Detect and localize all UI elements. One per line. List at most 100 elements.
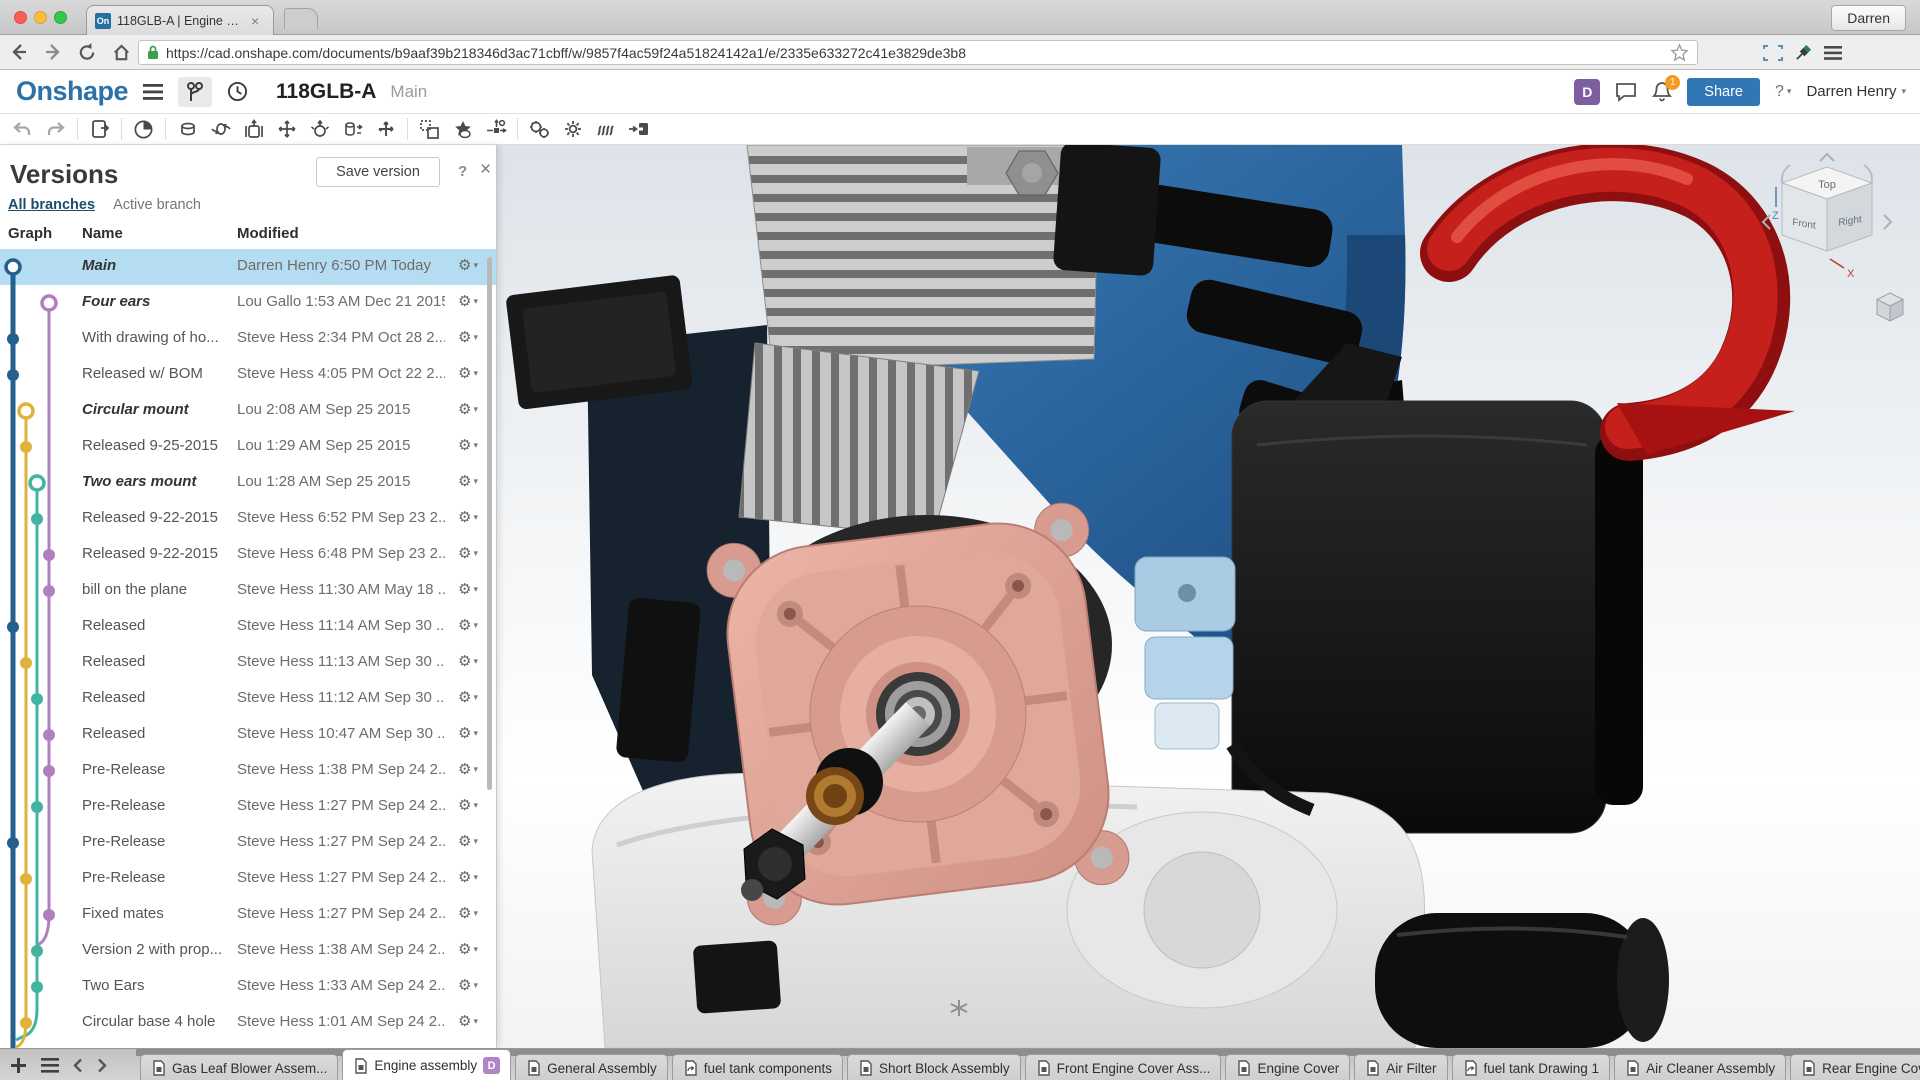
linear-pattern-icon[interactable] xyxy=(413,116,446,142)
document-tab[interactable]: Gas Leaf Blower Assem... xyxy=(140,1054,338,1080)
tab-list-icon[interactable] xyxy=(41,1058,59,1073)
onshape-logo[interactable]: Onshape xyxy=(16,76,128,107)
version-row[interactable]: Circular base 4 holeSteve Hess 1:01 AM S… xyxy=(0,1005,496,1041)
document-tab[interactable]: Rear Engine Cover xyxy=(1790,1054,1920,1080)
version-row[interactable]: Four earsLou Gallo 1:53 AM Dec 21 2015⚙▾ xyxy=(0,285,496,321)
user-menu[interactable]: Darren Henry▾ xyxy=(1806,83,1906,100)
bookmark-star-icon[interactable] xyxy=(1670,43,1689,62)
planar-mate-icon[interactable] xyxy=(270,116,303,142)
panel-close-icon[interactable]: × xyxy=(480,159,491,181)
browser-tab[interactable]: On 118GLB-A | Engine assemb × xyxy=(86,5,274,35)
redo-icon[interactable] xyxy=(39,116,72,142)
forward-icon[interactable] xyxy=(38,39,68,65)
history-clock-icon[interactable] xyxy=(220,77,254,107)
engine-assembly-render[interactable]: Top Front Right Z X xyxy=(497,145,1920,1048)
isometric-view-icon[interactable] xyxy=(1877,293,1903,321)
browser-menu-icon[interactable] xyxy=(1824,46,1842,60)
version-actions-menu[interactable]: ⚙▾ xyxy=(458,256,478,274)
rear-black-cylinder[interactable] xyxy=(1375,913,1669,1048)
reload-icon[interactable] xyxy=(72,39,102,65)
version-row[interactable]: With drawing of ho...Steve Hess 2:34 PM … xyxy=(0,321,496,357)
version-actions-menu[interactable]: ⚙▾ xyxy=(458,616,478,634)
mass-properties-icon[interactable] xyxy=(127,116,160,142)
version-row[interactable]: ReleasedSteve Hess 11:13 AM Sep 30 ...⚙▾ xyxy=(0,645,496,681)
version-row[interactable]: Released 9-22-2015Steve Hess 6:48 PM Sep… xyxy=(0,537,496,573)
ignition-coil[interactable] xyxy=(1053,145,1162,276)
version-actions-menu[interactable]: ⚙▾ xyxy=(458,400,478,418)
version-row[interactable]: Pre-ReleaseSteve Hess 1:27 PM Sep 24 2..… xyxy=(0,825,496,861)
notifications-bell-icon[interactable]: 1 xyxy=(1652,81,1672,102)
version-actions-menu[interactable]: ⚙▾ xyxy=(458,1012,478,1030)
version-row[interactable]: Pre-ReleaseSteve Hess 1:27 PM Sep 24 2..… xyxy=(0,861,496,897)
version-actions-menu[interactable]: ⚙▾ xyxy=(458,832,478,850)
filter-active-branch[interactable]: Active branch xyxy=(113,197,201,213)
maximize-window-button[interactable] xyxy=(54,11,67,24)
version-actions-menu[interactable]: ⚙▾ xyxy=(458,508,478,526)
configuration-icon[interactable] xyxy=(556,116,589,142)
version-actions-menu[interactable]: ⚙▾ xyxy=(458,580,478,598)
panel-help-icon[interactable]: ? xyxy=(458,163,467,180)
document-tab[interactable]: fuel tank Drawing 1 xyxy=(1452,1054,1611,1080)
document-tab[interactable]: Engine Cover xyxy=(1225,1054,1350,1080)
slider-mate-icon[interactable] xyxy=(237,116,270,142)
version-actions-menu[interactable]: ⚙▾ xyxy=(458,688,478,706)
revolute-mate-icon[interactable] xyxy=(204,116,237,142)
comments-icon[interactable] xyxy=(1615,82,1637,102)
save-version-button[interactable]: Save version xyxy=(316,157,440,187)
version-actions-menu[interactable]: ⚙▾ xyxy=(458,724,478,742)
version-actions-menu[interactable]: ⚙▾ xyxy=(458,544,478,562)
pin-slot-mate-icon[interactable] xyxy=(369,116,402,142)
3d-viewport[interactable]: Top Front Right Z X xyxy=(497,145,1920,1048)
version-row[interactable]: Released 9-25-2015Lou 1:29 AM Sep 25 201… xyxy=(0,429,496,465)
mount-bracket[interactable] xyxy=(505,274,693,409)
eyedropper-icon[interactable] xyxy=(1795,44,1812,61)
version-row[interactable]: Pre-ReleaseSteve Hess 1:27 PM Sep 24 2..… xyxy=(0,789,496,825)
document-tab[interactable]: General Assembly xyxy=(515,1054,668,1080)
cylindrical-mate-icon[interactable] xyxy=(336,116,369,142)
browser-profile-button[interactable]: Darren xyxy=(1831,5,1906,31)
workspace-name[interactable]: Main xyxy=(390,82,427,102)
window-controls[interactable] xyxy=(14,11,67,24)
version-actions-menu[interactable]: ⚙▾ xyxy=(458,292,478,310)
version-row[interactable]: ReleasedSteve Hess 10:47 AM Sep 30 ...⚙▾ xyxy=(0,717,496,753)
home-icon[interactable] xyxy=(106,39,136,65)
version-row[interactable]: Pre-ReleaseSteve Hess 1:38 PM Sep 24 2..… xyxy=(0,753,496,789)
gear-relation-icon[interactable] xyxy=(523,116,556,142)
spring-icon[interactable] xyxy=(589,116,622,142)
version-row[interactable]: ReleasedSteve Hess 11:14 AM Sep 30 ...⚙▾ xyxy=(0,609,496,645)
document-tab[interactable]: Engine assemblyD xyxy=(342,1049,511,1080)
version-row[interactable]: Released w/ BOMSteve Hess 4:05 PM Oct 22… xyxy=(0,357,496,393)
version-actions-menu[interactable]: ⚙▾ xyxy=(458,436,478,454)
version-row[interactable]: Two EarsSteve Hess 1:33 AM Sep 24 2...⚙▾ xyxy=(0,969,496,1005)
versions-history-icon[interactable] xyxy=(178,77,212,107)
version-actions-menu[interactable]: ⚙▾ xyxy=(458,868,478,886)
version-actions-menu[interactable]: ⚙▾ xyxy=(458,976,478,994)
document-tab[interactable]: Short Block Assembly xyxy=(847,1054,1021,1080)
view-rotate-right-arrow[interactable] xyxy=(1884,215,1891,229)
version-row[interactable]: MainDarren Henry 6:50 PM Today⚙▾ xyxy=(0,249,496,285)
circular-pattern-icon[interactable] xyxy=(446,116,479,142)
exploded-view-icon[interactable] xyxy=(479,116,512,142)
version-actions-menu[interactable]: ⚙▾ xyxy=(458,940,478,958)
version-row[interactable]: Released 9-22-2015Steve Hess 6:52 PM Sep… xyxy=(0,501,496,537)
close-window-button[interactable] xyxy=(14,11,27,24)
view-rotate-up-arrow[interactable] xyxy=(1820,154,1834,161)
lower-bracket[interactable] xyxy=(616,597,702,763)
help-menu[interactable]: ?▾ xyxy=(1775,83,1791,101)
close-tab-icon[interactable]: × xyxy=(251,14,259,28)
document-tab[interactable]: Front Engine Cover Ass... xyxy=(1025,1054,1222,1080)
version-actions-menu[interactable]: ⚙▾ xyxy=(458,904,478,922)
prev-tab-icon[interactable] xyxy=(73,1058,83,1073)
version-row[interactable]: Fixed matesSteve Hess 1:27 PM Sep 24 2..… xyxy=(0,897,496,933)
version-row[interactable]: ReleasedSteve Hess 11:12 AM Sep 30 ...⚙▾ xyxy=(0,681,496,717)
snap-mode-icon[interactable] xyxy=(622,116,655,142)
version-row[interactable]: Two ears mountLou 1:28 AM Sep 25 2015⚙▾ xyxy=(0,465,496,501)
minimize-window-button[interactable] xyxy=(34,11,47,24)
new-tab-button[interactable] xyxy=(284,8,318,29)
next-tab-icon[interactable] xyxy=(97,1058,107,1073)
share-button[interactable]: Share xyxy=(1687,78,1760,106)
version-row[interactable]: bill on the planeSteve Hess 11:30 AM May… xyxy=(0,573,496,609)
panel-scrollbar[interactable] xyxy=(487,257,492,790)
ball-mate-icon[interactable] xyxy=(303,116,336,142)
version-actions-menu[interactable]: ⚙▾ xyxy=(458,796,478,814)
